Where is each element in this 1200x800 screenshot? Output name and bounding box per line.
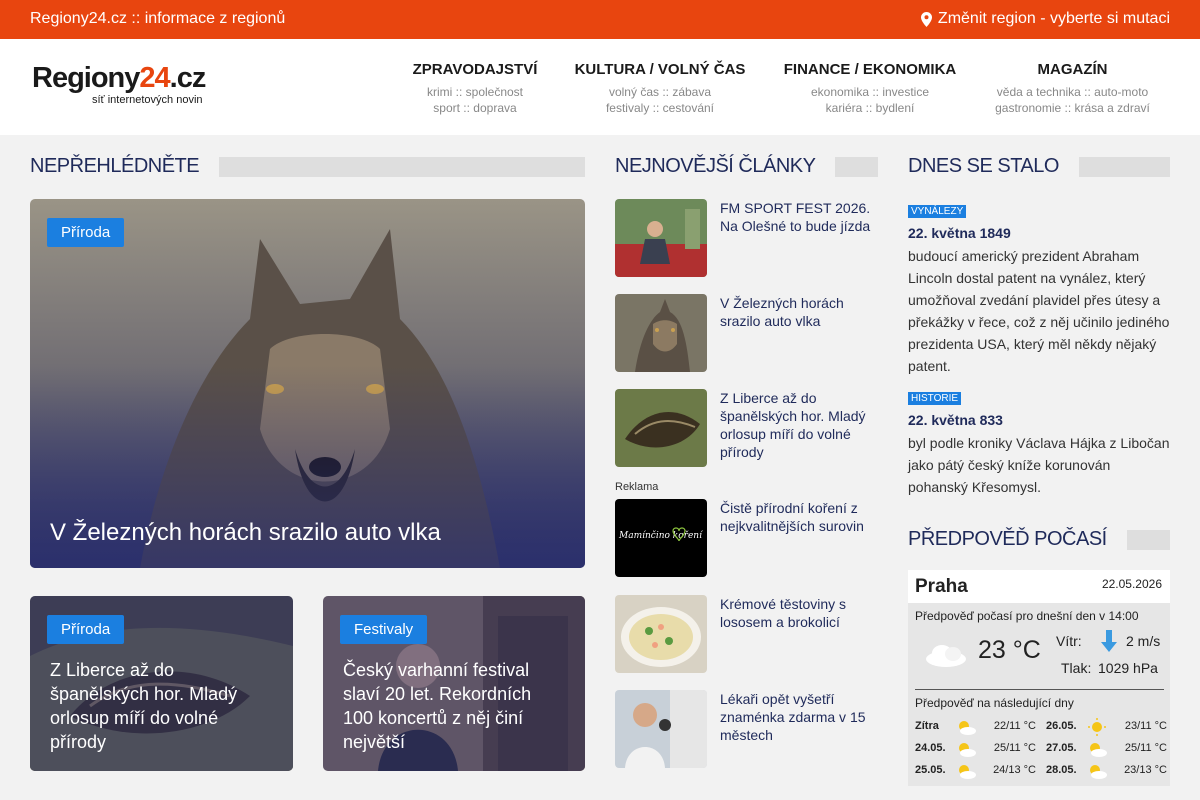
section-weather-header: PŘEDPOVĚĎ POČASÍ [908, 528, 1170, 551]
article-card-organ-festival[interactable]: Festivaly Český varhanní festival slaví … [323, 596, 585, 771]
latest-article-title[interactable]: FM SPORT FEST 2026. Na Olešné to bude jí… [720, 199, 880, 235]
forecast-day: 24.05. 25/11 °C [915, 740, 1040, 758]
forecast-day: 27.05. 25/11 °C [1046, 740, 1171, 758]
spice-ad-thumbnail: Mamínčino koření [615, 499, 707, 577]
map-pin-icon [920, 11, 932, 27]
sun-cloud-icon [959, 743, 976, 757]
forecast-day: Zítra 22/11 °C [915, 718, 1040, 736]
site-tagline: Regiony24.cz :: informace z regionů [30, 10, 286, 27]
forecast-day: 25.05. 24/13 °C [915, 762, 1040, 780]
card-title[interactable]: Z Liberce až do španělských hor. Mladý o… [50, 658, 273, 754]
card-category-tag[interactable]: Festivaly [340, 615, 428, 644]
event-text: byl podle kroniky Václava Hájka z Liboča… [908, 435, 1170, 495]
site-header: Regiony24.cz síť internetových novin ZPR… [0, 39, 1200, 135]
wind-label: Vítr: [1056, 633, 1082, 649]
event-category-badge[interactable]: HISTORIE [908, 392, 962, 405]
pressure-label: Tlak: [1061, 660, 1092, 676]
card-title[interactable]: Český varhanní festival slaví 20 let. Re… [343, 658, 565, 754]
today-event: HISTORIE 22. května 833 byl podle kronik… [908, 388, 1173, 498]
hero-category-tag[interactable]: Příroda [47, 218, 125, 247]
sun-cloud-icon [959, 721, 976, 735]
wind-arrow-icon [1101, 630, 1117, 652]
weather-city: Praha [915, 576, 968, 597]
weather-temperature: 23 °C [978, 636, 1041, 664]
forecast-day: 26.05. 23/11 °C [1046, 718, 1171, 736]
event-date: 22. května 833 [908, 412, 1003, 428]
weather-date: 22.05.2026 [1101, 577, 1162, 591]
weather-divider [915, 689, 1164, 690]
latest-article-title[interactable]: Krémové těstoviny s lososem a brokolicí [720, 595, 880, 631]
sun-cloud-icon [1090, 765, 1107, 779]
hero-title[interactable]: V Železných horách srazilo auto vlka [50, 519, 565, 547]
today-event: VYNÁLEZY 22. května 1849 budoucí americk… [908, 201, 1173, 377]
top-bar: Regiony24.cz :: informace z regionů Změn… [0, 0, 1200, 39]
advertisement-label: Reklama [615, 481, 659, 493]
change-region-label: Změnit region - vyberte si mutaci [937, 10, 1170, 27]
weather-forecast-label: Předpověď na následující dny [915, 696, 1074, 710]
vulture-thumbnail [615, 389, 707, 467]
nav-item-culture[interactable]: KULTURA / VOLNÝ ČAS volný čas :: zábava … [555, 61, 765, 116]
card-category-tag[interactable]: Příroda [47, 615, 125, 644]
nav-item-finance[interactable]: FINANCE / EKONOMIKA ekonomika :: investi… [765, 61, 975, 116]
pasta-thumbnail [615, 595, 707, 673]
article-card-vulture[interactable]: Příroda Z Liberce až do španělských hor.… [30, 596, 293, 771]
weather-now-label: Předpověď počasí pro dnešní den v 14:00 [915, 609, 1139, 623]
sun-cloud-icon [1090, 743, 1107, 757]
sport-fest-thumbnail [615, 199, 707, 277]
event-category-badge[interactable]: VYNÁLEZY [908, 205, 967, 218]
nav-item-news[interactable]: ZPRAVODAJSTVÍ krimi :: společnost sport … [395, 61, 555, 116]
latest-article-title[interactable]: Z Liberce až do španělských hor. Mladý o… [720, 389, 880, 461]
latest-article-title[interactable]: V Železných horách srazilo auto vlka [720, 294, 880, 330]
sun-icon [1088, 718, 1106, 736]
section-today-header: DNES SE STALO [908, 155, 1170, 178]
forecast-day: 28.05. 23/13 °C [1046, 762, 1171, 780]
wolf-thumbnail [615, 294, 707, 372]
section-latest-header: NEJNOVĚJŠÍ ČLÁNKY [615, 155, 878, 178]
cloud-icon [926, 645, 966, 667]
doctor-thumbnail [615, 690, 707, 768]
section-featured-header: NEPŘEHLÉDNĚTE [30, 155, 585, 178]
weather-widget[interactable]: Praha 22.05.2026 Předpověď počasí pro dn… [908, 570, 1170, 786]
site-logo[interactable]: Regiony24.cz síť internetových novin [32, 63, 212, 113]
event-date: 22. května 1849 [908, 225, 1011, 241]
pressure-value: 1029 hPa [1098, 660, 1158, 676]
sun-cloud-icon [959, 765, 976, 779]
logo-wordmark: Regiony24.cz [32, 62, 206, 94]
nav-item-magazine[interactable]: MAGAZÍN věda a technika :: auto-moto gas… [975, 61, 1170, 116]
logo-subtitle: síť internetových novin [92, 94, 203, 106]
hero-article[interactable]: Příroda V Železných horách srazilo auto … [30, 199, 585, 568]
event-text: budoucí americký prezident Abraham Linco… [908, 248, 1170, 374]
weather-panel: Předpověď počasí pro dnešní den v 14:00 … [908, 603, 1170, 786]
main-nav: ZPRAVODAJSTVÍ krimi :: společnost sport … [395, 61, 1175, 116]
sponsored-article-title[interactable]: Čistě přírodní koření z nejkvalitnějších… [720, 499, 880, 535]
wind-value: 2 m/s [1126, 633, 1161, 649]
change-region-link[interactable]: Změnit region - vyberte si mutaci [920, 10, 1170, 28]
hero-wolf-image [30, 199, 585, 568]
latest-article-title[interactable]: Lékaři opět vyšetří znaménka zdarma v 15… [720, 690, 880, 744]
